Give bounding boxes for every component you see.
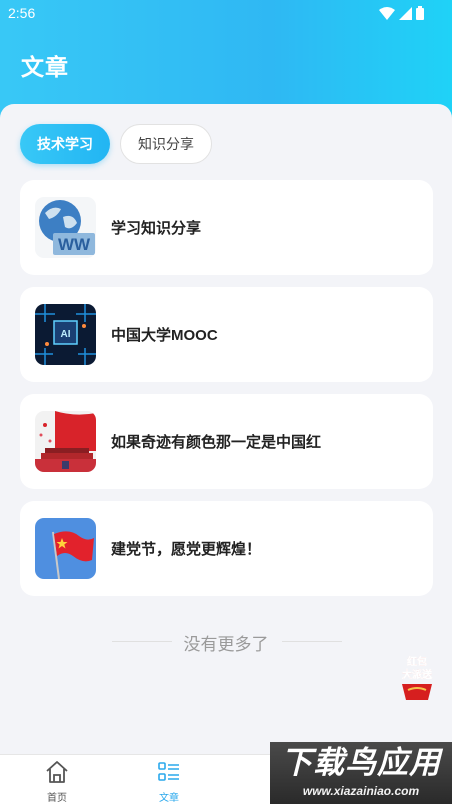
watermark-main-text: 下载鸟应用 bbox=[281, 745, 441, 780]
tab-tech-learning[interactable]: 技术学习 bbox=[20, 124, 110, 164]
article-title: 如果奇迹有颜色那一定是中国红 bbox=[111, 434, 322, 451]
nav-articles[interactable]: 文章 bbox=[139, 759, 199, 804]
tiananmen-image bbox=[35, 411, 96, 472]
www-globe-image: WW bbox=[35, 197, 96, 258]
svg-text:AI: AI bbox=[61, 329, 71, 340]
red-packet-float-button[interactable]: 红包 大派送 bbox=[394, 652, 440, 702]
site-watermark: 下载鸟应用 www.xiazainiao.com bbox=[270, 742, 452, 804]
signal-icon bbox=[399, 6, 412, 20]
article-list-icon bbox=[158, 762, 179, 781]
status-time: 2:56 bbox=[8, 5, 36, 21]
red-flag-image bbox=[35, 518, 96, 579]
home-icon bbox=[46, 761, 68, 783]
red-packet-text-1: 红包 bbox=[407, 655, 427, 668]
page-title: 文章 bbox=[21, 54, 69, 80]
article-card[interactable]: WW 学习知识分享 bbox=[20, 180, 433, 275]
nav-home-label: 首页 bbox=[47, 793, 67, 804]
article-title: 中国大学MOOC bbox=[111, 327, 218, 344]
nav-articles-label: 文章 bbox=[159, 793, 179, 804]
divider-left bbox=[112, 641, 172, 642]
wifi-icon bbox=[379, 6, 395, 20]
ai-chip-image: AI bbox=[35, 304, 96, 365]
red-packet-text-2: 大派送 bbox=[402, 668, 433, 681]
article-card[interactable]: 如果奇迹有颜色那一定是中国红 bbox=[20, 394, 433, 489]
battery-icon bbox=[416, 6, 424, 20]
svg-text:WW: WW bbox=[58, 235, 91, 254]
divider-right bbox=[282, 641, 342, 642]
list-end-notice: 没有更多了 bbox=[0, 630, 452, 655]
tab-bar: 技术学习 知识分享 bbox=[20, 124, 212, 164]
status-bar: 2:56 bbox=[0, 0, 452, 26]
article-card[interactable]: 建党节，愿党更辉煌！ bbox=[20, 501, 433, 596]
article-title: 建党节，愿党更辉煌！ bbox=[111, 541, 262, 558]
watermark-url-text: www.xiazainiao.com bbox=[302, 784, 420, 798]
tab-knowledge-sharing[interactable]: 知识分享 bbox=[120, 124, 212, 164]
article-list: WW 学习知识分享 AI 中国大学MOOC 如果奇迹有颜色那一定是中国红 建党节… bbox=[20, 180, 433, 608]
content-panel: 技术学习 知识分享 WW 学习知识分享 AI 中国大学MOOC 如果奇迹有颜色那… bbox=[0, 104, 452, 754]
no-more-text: 没有更多了 bbox=[183, 635, 269, 654]
article-title: 学习知识分享 bbox=[111, 220, 202, 237]
article-card[interactable]: AI 中国大学MOOC bbox=[20, 287, 433, 382]
nav-home[interactable]: 首页 bbox=[27, 759, 87, 804]
